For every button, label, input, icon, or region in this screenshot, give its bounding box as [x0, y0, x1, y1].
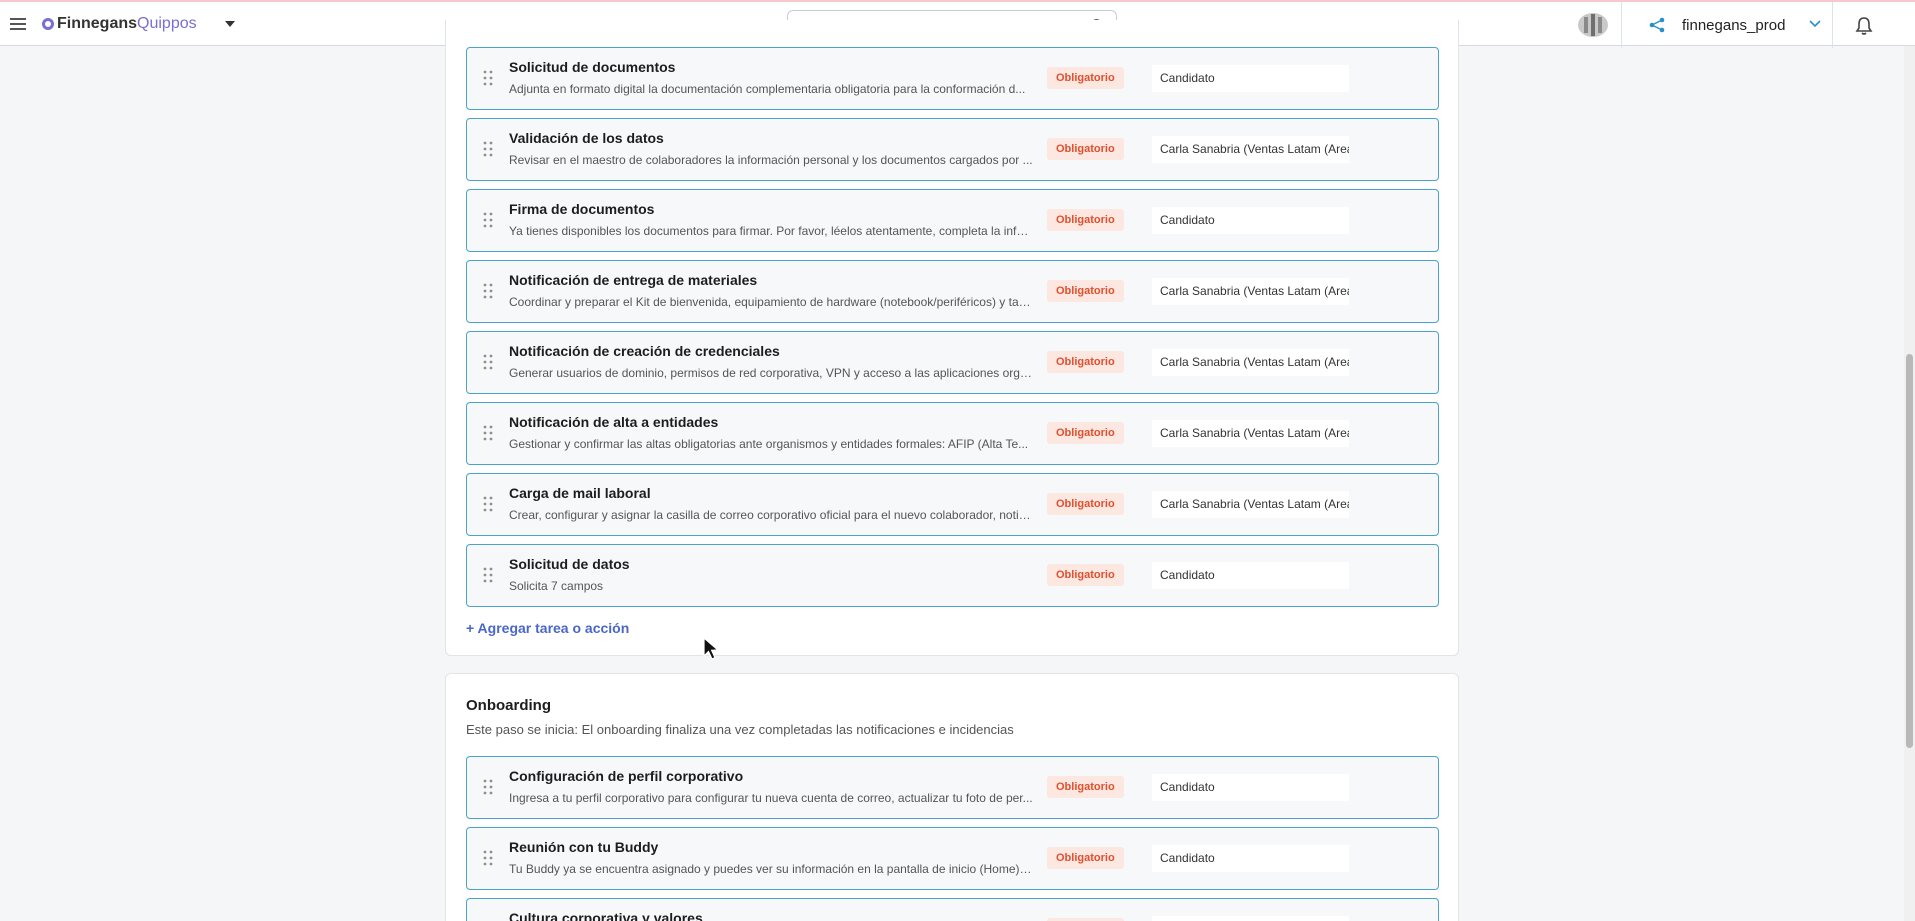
section-subtitle: Este paso se inicia: El onboarding final…	[466, 722, 1014, 737]
drag-handle-icon[interactable]	[483, 353, 493, 371]
task-row[interactable]: Notificación de creación de credenciales…	[466, 331, 1439, 394]
task-row[interactable]: Reunión con tu Buddy Tu Buddy ya se encue…	[466, 827, 1439, 890]
required-badge: Obligatorio	[1047, 209, 1124, 231]
task-title: Validación de los datos	[509, 130, 664, 146]
task-title: Reunión con tu Buddy	[509, 839, 659, 855]
task-title: Notificación de alta a entidades	[509, 414, 719, 430]
drag-handle-icon[interactable]	[483, 566, 493, 584]
task-description: Coordinar y preparar el Kit de bienvenid…	[509, 295, 1033, 309]
environment-selector[interactable]: finnegans_prod	[1642, 2, 1832, 48]
task-title: Configuración de perfil corporativo	[509, 768, 744, 784]
task-title: Firma de documentos	[509, 201, 655, 217]
task-row[interactable]: Solicitud de documentos Adjunta en format…	[466, 47, 1439, 110]
assignee-field[interactable]: Candidato	[1152, 845, 1349, 872]
app-switcher-caret-icon[interactable]	[225, 21, 235, 27]
share-nodes-icon	[1649, 17, 1665, 33]
task-row[interactable]: Notificación de entrega de materiales Coo…	[466, 260, 1439, 323]
drag-handle-icon[interactable]	[483, 140, 493, 158]
topbar-divider	[1832, 2, 1833, 48]
mouse-cursor-icon	[703, 637, 720, 660]
drag-handle-icon[interactable]	[483, 424, 493, 442]
task-title: Notificación de creación de credenciales	[509, 343, 780, 359]
onboarding-step-panel: Onboarding Este paso se inicia: El onboa…	[445, 673, 1459, 921]
required-badge: Obligatorio	[1047, 847, 1124, 869]
required-badge: Obligatorio	[1047, 493, 1124, 515]
required-badge: Obligatorio	[1047, 138, 1124, 160]
task-row[interactable]: Carga de mail laboral Crear, configurar y…	[466, 473, 1439, 536]
task-title: Cultura corporativa y valores	[509, 910, 703, 921]
task-description: Revisar en el maestro de colaboradores l…	[509, 153, 1033, 167]
task-description: Solicita 7 campos	[509, 579, 604, 593]
assignee-field[interactable]: Candidato	[1152, 207, 1349, 234]
required-badge: Obligatorio	[1047, 564, 1124, 586]
flow-step-panel: Solicitud de documentos Adjunta en format…	[445, 20, 1459, 656]
assignee-field[interactable]: Carla Sanabria (Ventas Latam (Area	[1152, 491, 1349, 518]
assignee-field[interactable]: Candidato	[1152, 562, 1349, 589]
notifications-bell-icon[interactable]	[1854, 16, 1874, 36]
assistant-brain-icon[interactable]	[1576, 11, 1610, 39]
task-title: Solicitud de datos	[509, 556, 630, 572]
required-badge: Obligatorio	[1047, 351, 1124, 373]
assignee-field[interactable]: Candidato	[1152, 774, 1349, 801]
task-title: Carga de mail laboral	[509, 485, 651, 501]
topbar-divider	[1621, 2, 1622, 48]
required-badge: Obligatorio	[1047, 776, 1124, 798]
add-task-or-action-link[interactable]: + Agregar tarea o acción	[466, 620, 629, 636]
task-description: Tu Buddy ya se encuentra asignado y pued…	[509, 862, 1033, 876]
task-row[interactable]: Notificación de alta a entidades Gestiona…	[466, 402, 1439, 465]
drag-handle-icon[interactable]	[483, 69, 493, 87]
task-title: Notificación de entrega de materiales	[509, 272, 758, 288]
drag-handle-icon[interactable]	[483, 849, 493, 867]
assignee-field[interactable]: Candidato	[1152, 65, 1349, 92]
task-description: Gestionar y confirmar las altas obligato…	[509, 437, 1029, 451]
environment-label: finnegans_prod	[1682, 16, 1786, 34]
required-badge: Obligatorio	[1047, 422, 1124, 444]
vertical-scrollbar[interactable]	[1904, 46, 1915, 921]
task-description: Generar usuarios de dominio, permisos de…	[509, 366, 1033, 380]
task-description: Adjunta en formato digital la documentac…	[509, 82, 1026, 96]
task-row[interactable]: Solicitud de datos Solicita 7 campos Oblig…	[466, 544, 1439, 607]
scrollbar-thumb[interactable]	[1906, 354, 1913, 748]
logo-text-secondary: Quippos	[137, 15, 197, 32]
task-row[interactable]: Configuración de perfil corporativo Ingre…	[466, 756, 1439, 819]
app-logo[interactable]: Finnegans Quippos	[42, 15, 197, 33]
drag-handle-icon[interactable]	[483, 211, 493, 229]
required-badge: Obligatorio	[1047, 280, 1124, 302]
task-description: Ya tienes disponibles los documentos par…	[509, 224, 1033, 238]
hamburger-menu-icon[interactable]	[10, 18, 26, 30]
assignee-field[interactable]: Carla Sanabria (Ventas Latam (Area	[1152, 278, 1349, 305]
assignee-field[interactable]: Candidato	[1152, 916, 1349, 921]
task-row[interactable]: Firma de documentos Ya tienes disponibles…	[466, 189, 1439, 252]
task-row[interactable]: Cultura corporativa y valoresObligatorio…	[466, 898, 1439, 921]
drag-handle-icon[interactable]	[483, 495, 493, 513]
chevron-down-icon[interactable]	[1808, 19, 1822, 29]
task-description: Ingresa a tu perfil corporativo para con…	[509, 791, 1033, 805]
assignee-field[interactable]: Carla Sanabria (Ventas Latam (Area	[1152, 136, 1349, 163]
assignee-field[interactable]: Carla Sanabria (Ventas Latam (Area	[1152, 420, 1349, 447]
drag-handle-icon[interactable]	[483, 282, 493, 300]
task-title: Solicitud de documentos	[509, 59, 676, 75]
task-row[interactable]: Validación de los datos Revisar en el mae…	[466, 118, 1439, 181]
drag-handle-icon[interactable]	[483, 778, 493, 796]
section-title: Onboarding	[466, 697, 551, 714]
assignee-field[interactable]: Carla Sanabria (Ventas Latam (Area	[1152, 349, 1349, 376]
logo-text-primary: Finnegans	[57, 15, 138, 32]
required-badge: Obligatorio	[1047, 67, 1124, 89]
logo-mark-icon	[42, 18, 54, 30]
task-description: Crear, configurar y asignar la casilla d…	[509, 508, 1033, 522]
